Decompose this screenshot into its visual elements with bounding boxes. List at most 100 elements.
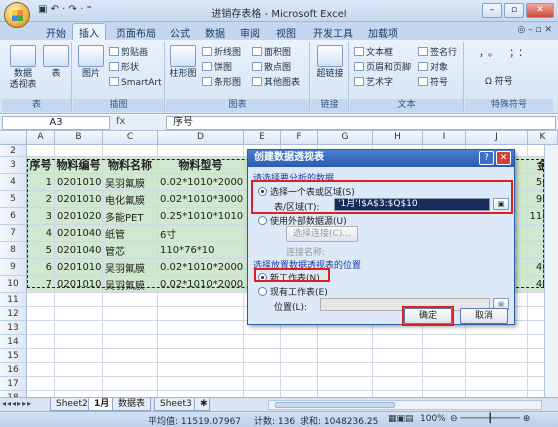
cell[interactable] (103, 321, 158, 335)
row-header[interactable]: 7 (0, 225, 27, 242)
cell[interactable]: 0.02*1010*2000 (158, 276, 244, 293)
cell[interactable]: 02010102 (55, 191, 103, 208)
tab-addins[interactable]: 加载项 (368, 25, 398, 40)
zoom-slider[interactable]: ⊖ ─────╂───── ⊕ (450, 414, 530, 424)
cancel-button[interactable]: 取消 (460, 308, 508, 324)
cell[interactable] (318, 377, 373, 391)
cell[interactable] (244, 377, 281, 391)
cell[interactable] (281, 377, 318, 391)
cell[interactable] (158, 349, 244, 363)
cell[interactable] (103, 145, 158, 157)
cell[interactable] (318, 349, 373, 363)
sheet-tab[interactable]: 数据表 (112, 398, 152, 411)
row-header[interactable]: 16 (0, 363, 27, 377)
tab-home[interactable]: 开始 (46, 25, 66, 40)
cell[interactable] (318, 363, 373, 377)
column-header[interactable]: C (103, 131, 158, 145)
sheet-tab[interactable]: Sheet3 (154, 398, 198, 411)
cell[interactable]: 2 (27, 191, 55, 208)
special-symbols-grid[interactable]: ，。 ；： (479, 48, 532, 60)
cell[interactable]: 1 (27, 174, 55, 191)
cell[interactable] (158, 377, 244, 391)
cell[interactable] (318, 335, 373, 349)
cell[interactable]: 吴羽氟膜 (103, 259, 158, 276)
cell[interactable]: 02010101 (55, 174, 103, 191)
radio-select-range[interactable]: 选择一个表或区域(S) (258, 185, 355, 198)
column-header[interactable]: E (244, 131, 281, 145)
cell[interactable] (158, 293, 244, 307)
cell[interactable] (103, 377, 158, 391)
radio-new-worksheet[interactable]: 新工作表(N) (258, 271, 320, 284)
row-header[interactable]: 15 (0, 349, 27, 363)
cell[interactable]: 6 (27, 259, 55, 276)
cell[interactable] (423, 377, 466, 391)
cell[interactable]: 吴羽氟膜 (103, 276, 158, 293)
pivot-table-button[interactable]: 数据 透视表 (6, 45, 40, 91)
tab-developer[interactable]: 开发工具 (313, 25, 353, 40)
symbol-button[interactable]: 符号 (418, 77, 448, 89)
row-header[interactable]: 11 (0, 293, 27, 307)
cell[interactable] (55, 349, 103, 363)
vertical-scrollbar[interactable] (544, 145, 558, 397)
cell[interactable] (423, 335, 466, 349)
cell[interactable]: 6寸 (158, 225, 244, 242)
cell[interactable] (158, 307, 244, 321)
column-header[interactable]: G (318, 131, 373, 145)
row-header[interactable]: 3 (0, 157, 27, 174)
cell[interactable] (103, 293, 158, 307)
cell[interactable] (27, 377, 55, 391)
hyperlink-button[interactable]: 超链接 (313, 45, 347, 80)
cell[interactable]: 吴羽氟膜 (103, 174, 158, 191)
column-header[interactable]: K (528, 131, 558, 145)
cell[interactable]: 110*76*10 (158, 242, 244, 259)
clipart-button[interactable]: 剪贴画 (109, 47, 148, 59)
cell[interactable]: 0.02*1010*2000 (158, 174, 244, 191)
tab-page-layout[interactable]: 页面布局 (116, 25, 156, 40)
cell[interactable]: 管芯 (103, 242, 158, 259)
cell[interactable] (27, 145, 55, 157)
smartart-button[interactable]: SmartArt (109, 77, 162, 89)
header-cell[interactable]: 物料编号 (55, 157, 103, 174)
scatter-chart-button[interactable]: 散点图 (252, 62, 291, 74)
cell[interactable] (103, 349, 158, 363)
cell[interactable]: 0.25*1010*1010 (158, 208, 244, 225)
row-header[interactable]: 5 (0, 191, 27, 208)
cell[interactable]: 5 (27, 242, 55, 259)
cell[interactable] (244, 349, 281, 363)
cell[interactable]: 02010101 (55, 259, 103, 276)
cell[interactable] (55, 321, 103, 335)
header-cell[interactable]: 物料名称 (103, 157, 158, 174)
office-button[interactable] (4, 2, 30, 28)
cell[interactable] (27, 335, 55, 349)
ribbon-window-controls[interactable]: ◎ – ▫ ✕ (517, 25, 552, 35)
row-header[interactable]: 14 (0, 335, 27, 349)
cell[interactable] (55, 293, 103, 307)
cell[interactable] (27, 349, 55, 363)
help-button[interactable]: ? (479, 151, 494, 165)
table-button[interactable]: 表 (42, 45, 70, 80)
cell[interactable] (281, 349, 318, 363)
cell[interactable]: 3 (27, 208, 55, 225)
cell[interactable]: 02010202 (55, 208, 103, 225)
minimize-button[interactable]: – (482, 3, 502, 18)
row-header[interactable]: 17 (0, 377, 27, 391)
header-cell[interactable]: 物料型号 (158, 157, 244, 174)
tab-formulas[interactable]: 公式 (170, 25, 190, 40)
column-header[interactable]: B (55, 131, 103, 145)
column-header[interactable]: A (27, 131, 55, 145)
other-charts-button[interactable]: 其他图表 (252, 77, 300, 89)
cell[interactable] (27, 321, 55, 335)
view-buttons-icon[interactable]: ▦▣▤ (388, 414, 414, 424)
select-all-corner[interactable] (0, 131, 27, 145)
dialog-close-button[interactable]: ✕ (496, 151, 511, 165)
cell[interactable] (373, 335, 423, 349)
cell[interactable] (373, 349, 423, 363)
range-picker-icon[interactable]: ▣ (493, 198, 509, 210)
textbox-button[interactable]: 文本框 (354, 47, 393, 59)
tab-data[interactable]: 数据 (205, 25, 225, 40)
cell[interactable] (27, 293, 55, 307)
area-chart-button[interactable]: 面积图 (252, 47, 291, 59)
sheet-nav-arrows-icon[interactable]: ◂◂◂▸▸▸ (2, 399, 32, 408)
header-footer-button[interactable]: 页眉和页脚 (354, 62, 411, 74)
cell[interactable]: 0.02*1010*3000 (158, 191, 244, 208)
